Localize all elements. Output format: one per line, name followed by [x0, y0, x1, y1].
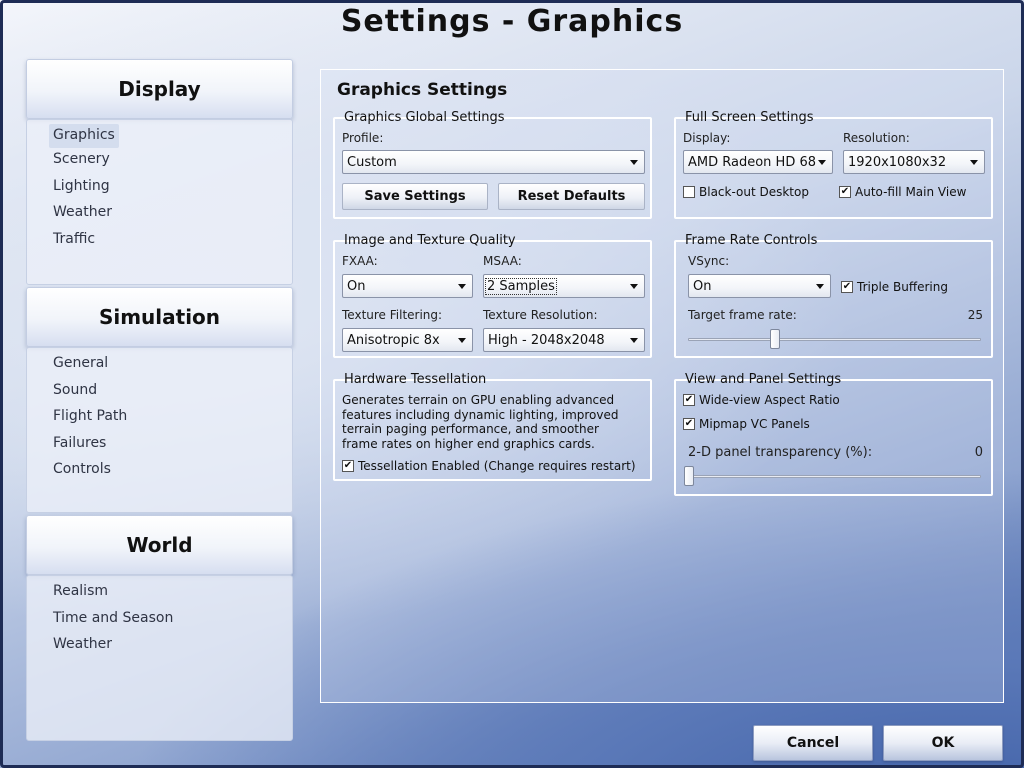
sidebar-item-flight-path[interactable]: Flight Path	[49, 405, 131, 432]
panel-transparency-value: 0	[974, 445, 983, 460]
group-label-view-panel: View and Panel Settings	[682, 372, 845, 387]
chevron-down-icon	[630, 338, 638, 343]
group-fullscreen-settings: Full Screen Settings Display: AMD Radeon…	[674, 110, 993, 219]
tessellation-description: Generates terrain on GPU enabling advanc…	[342, 393, 619, 451]
msaa-dropdown[interactable]: 2 Samples	[483, 274, 645, 298]
resolution-label: Resolution:	[843, 131, 910, 145]
sidebar-item-graphics[interactable]: Graphics	[49, 124, 119, 148]
group-label-global: Graphics Global Settings	[341, 110, 508, 125]
panel-transparency-slider-thumb[interactable]	[684, 466, 694, 486]
panel-transparency-slider-track[interactable]	[684, 475, 981, 478]
sidebar-item-realism[interactable]: Realism	[49, 580, 112, 607]
save-settings-button[interactable]: Save Settings	[342, 183, 488, 210]
group-global-settings: Graphics Global Settings Profile: Custom…	[333, 110, 652, 219]
texture-filtering-dropdown[interactable]: Anisotropic 8x	[342, 328, 473, 352]
mipmap-checkbox-box[interactable]: ✔	[683, 418, 695, 430]
sidebar-header-display[interactable]: Display	[26, 59, 293, 119]
profile-dropdown[interactable]: Custom	[342, 150, 645, 174]
target-frame-rate-slider-thumb[interactable]	[770, 329, 781, 349]
chevron-down-icon	[458, 338, 466, 343]
display-label: Display:	[683, 131, 731, 145]
panel-title: Graphics Settings	[337, 80, 508, 100]
sidebar-header-simulation[interactable]: Simulation	[26, 287, 293, 347]
chevron-down-icon	[630, 284, 638, 289]
texture-resolution-dropdown[interactable]: High - 2048x2048	[483, 328, 645, 352]
vsync-dropdown[interactable]: On	[688, 274, 831, 298]
tessellation-checkbox-box[interactable]: ✔	[342, 460, 354, 472]
fxaa-dropdown[interactable]: On	[342, 274, 473, 298]
graphics-settings-panel: Graphics Settings Graphics Global Settin…	[320, 69, 1004, 703]
sidebar-list-display: Graphics Scenery Lighting Weather Traffi…	[26, 119, 293, 285]
sidebar-item-scenery[interactable]: Scenery	[49, 148, 114, 175]
reset-defaults-button[interactable]: Reset Defaults	[498, 183, 645, 210]
sidebar-item-time-and-season[interactable]: Time and Season	[49, 607, 177, 634]
sidebar-list-simulation: General Sound Flight Path Failures Contr…	[26, 347, 293, 513]
target-frame-rate-slider-track[interactable]	[688, 338, 981, 341]
sidebar-list-world: Realism Time and Season Weather	[26, 575, 293, 741]
chevron-down-icon	[458, 284, 466, 289]
autofill-checkbox-box[interactable]: ✔	[839, 186, 851, 198]
group-label-tessellation: Hardware Tessellation	[341, 372, 490, 387]
tessellation-enabled-checkbox[interactable]: ✔ Tessellation Enabled (Change requires …	[342, 459, 636, 473]
triple-buffering-checkbox[interactable]: ✔ Triple Buffering	[841, 280, 948, 294]
display-dropdown[interactable]: AMD Radeon HD 68	[683, 150, 833, 174]
autofill-main-view-checkbox[interactable]: ✔ Auto-fill Main View	[839, 185, 966, 199]
sidebar-item-traffic[interactable]: Traffic	[49, 228, 99, 255]
target-frame-rate-label: Target frame rate:	[688, 308, 797, 322]
resolution-dropdown[interactable]: 1920x1080x32	[843, 150, 985, 174]
panel-transparency-label: 2-D panel transparency (%):	[688, 445, 873, 460]
sidebar-item-controls[interactable]: Controls	[49, 458, 115, 485]
profile-label: Profile:	[342, 131, 384, 145]
group-label-frame-rate: Frame Rate Controls	[682, 233, 821, 248]
group-hardware-tessellation: Hardware Tessellation Generates terrain …	[333, 372, 652, 481]
fxaa-label: FXAA:	[342, 254, 378, 268]
chevron-down-icon	[630, 160, 638, 165]
group-label-fullscreen: Full Screen Settings	[682, 110, 817, 125]
chevron-down-icon	[818, 160, 826, 165]
blackout-checkbox-box[interactable]	[683, 186, 695, 198]
sidebar-item-world-weather[interactable]: Weather	[49, 633, 116, 660]
sidebar-item-sound[interactable]: Sound	[49, 379, 101, 406]
group-label-image-quality: Image and Texture Quality	[341, 233, 519, 248]
vsync-label: VSync:	[688, 254, 730, 268]
ok-button[interactable]: OK	[883, 725, 1003, 761]
chevron-down-icon	[970, 160, 978, 165]
msaa-label: MSAA:	[483, 254, 522, 268]
group-view-panel-settings: View and Panel Settings ✔ Wide-view Aspe…	[674, 372, 993, 496]
sidebar-header-world[interactable]: World	[26, 515, 293, 575]
sidebar-item-lighting[interactable]: Lighting	[49, 175, 114, 202]
mipmap-vc-panels-checkbox[interactable]: ✔ Mipmap VC Panels	[683, 417, 810, 431]
group-frame-rate-controls: Frame Rate Controls VSync: On ✔ Triple B…	[674, 233, 993, 358]
sidebar-item-general[interactable]: General	[49, 352, 112, 379]
sidebar-item-failures[interactable]: Failures	[49, 432, 110, 459]
wide-view-checkbox-box[interactable]: ✔	[683, 394, 695, 406]
cancel-button[interactable]: Cancel	[753, 725, 873, 761]
chevron-down-icon	[816, 284, 824, 289]
sidebar-item-weather[interactable]: Weather	[49, 201, 116, 228]
group-image-texture-quality: Image and Texture Quality FXAA: On MSAA:…	[333, 233, 652, 358]
texture-resolution-label: Texture Resolution:	[483, 308, 598, 322]
triple-buffering-checkbox-box[interactable]: ✔	[841, 281, 853, 293]
window-title: Settings - Graphics	[340, 4, 684, 39]
wide-view-aspect-checkbox[interactable]: ✔ Wide-view Aspect Ratio	[683, 393, 840, 407]
target-frame-rate-value: 25	[967, 308, 983, 322]
blackout-desktop-checkbox[interactable]: Black-out Desktop	[683, 185, 809, 199]
texture-filtering-label: Texture Filtering:	[342, 308, 443, 322]
